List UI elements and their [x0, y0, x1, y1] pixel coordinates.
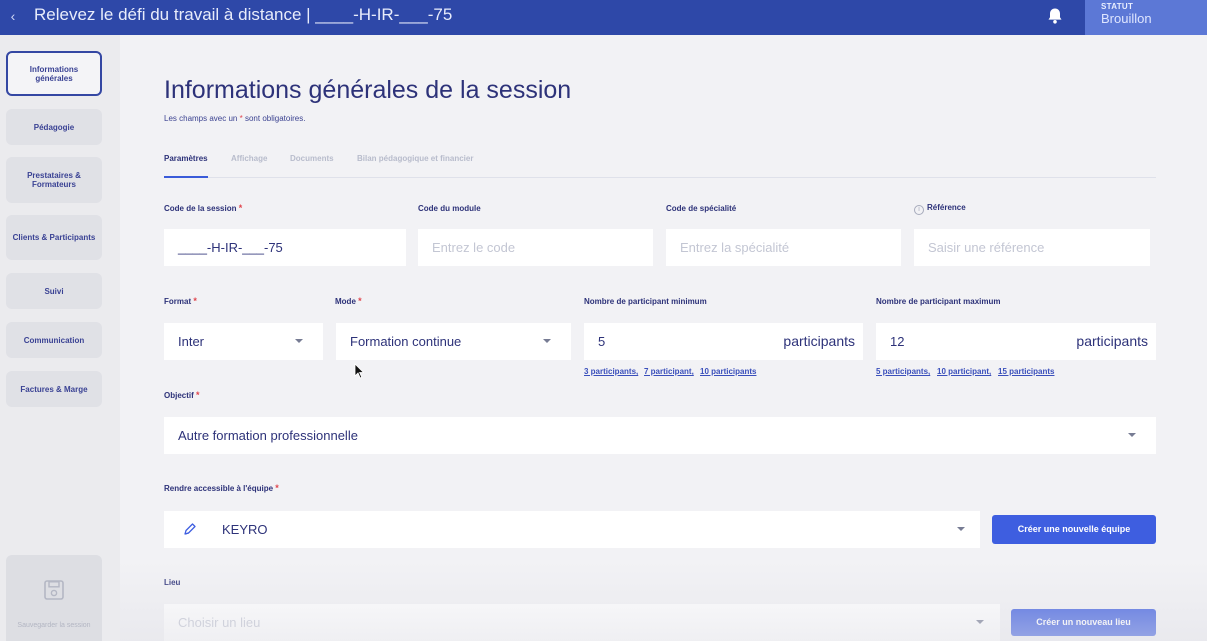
sidebar-item-label: Communication	[23, 335, 85, 345]
tab-bar: Paramètres Affichage Documents Bilan péd…	[164, 152, 1156, 178]
participants-min-label: Nombre de participant minimum	[584, 297, 707, 306]
reference-input-el[interactable]	[928, 229, 1150, 266]
code-specialite-input[interactable]	[666, 229, 901, 266]
floppy-disk-icon	[44, 580, 64, 600]
caret-down-icon	[543, 339, 551, 343]
reference-label: i Référence	[914, 203, 966, 215]
quick-min-7[interactable]: 7 participant,	[644, 367, 694, 376]
status-value: Brouillon	[1101, 11, 1152, 26]
create-team-button[interactable]: Créer une nouvelle équipe	[992, 515, 1156, 544]
equipe-label: Rendre accessible à l'équipe *	[164, 483, 279, 493]
status-label: STATUT	[1101, 2, 1134, 11]
code-module-input-el[interactable]	[432, 229, 653, 266]
sidebar-item-informations-generales[interactable]: Informations générales	[6, 51, 102, 96]
status-badge: STATUT Brouillon	[1085, 0, 1207, 35]
top-bar: ‹ Relevez le défi du travail à distance …	[0, 0, 1207, 35]
page-title: Informations générales de la session	[164, 76, 572, 104]
sidebar-item-label: Factures & Marge	[20, 384, 88, 394]
page-header-title: Relevez le défi du travail à distance | …	[34, 5, 453, 24]
objectif-label: Objectif *	[164, 390, 200, 400]
sidebar-item-label: Pédagogie	[33, 122, 75, 132]
participants-max-suffix: participants	[1076, 333, 1148, 349]
required-note: Les champs avec un * sont obligatoires.	[164, 114, 305, 123]
reference-input[interactable]	[914, 229, 1150, 266]
code-session-field[interactable]: ____-H-IR-___-75	[164, 229, 406, 266]
mode-label: Mode *	[335, 296, 362, 306]
quick-max-15[interactable]: 15 participants	[998, 367, 1054, 376]
mode-select[interactable]: Formation continue	[336, 323, 571, 360]
lieu-label: Lieu	[164, 578, 181, 587]
code-specialite-input-el[interactable]	[680, 229, 901, 266]
sidebar-item-label: Suivi	[44, 286, 64, 296]
format-select[interactable]: Inter	[164, 323, 323, 360]
tab-documents[interactable]: Documents	[290, 154, 334, 178]
sidebar-item-prestataires[interactable]: Prestataires & Formateurs	[6, 157, 102, 203]
sidebar-item-factures[interactable]: Factures & Marge	[6, 371, 102, 407]
back-chevron-icon[interactable]: ‹	[6, 6, 20, 26]
participants-min-input[interactable]: 5 participants	[584, 323, 863, 360]
mouse-cursor-icon	[354, 363, 364, 379]
code-session-label: Code de la session *	[164, 203, 243, 213]
sidebar-item-communication[interactable]: Communication	[6, 322, 102, 358]
tab-affichage[interactable]: Affichage	[231, 154, 267, 178]
objectif-select[interactable]: Autre formation professionnelle	[164, 417, 1156, 454]
required-note-text-end: sont obligatoires.	[244, 114, 306, 123]
participants-min-suffix: participants	[783, 333, 855, 349]
info-icon[interactable]: i	[914, 205, 924, 215]
sidebar-item-label: Clients & Participants	[12, 233, 96, 242]
sidebar-item-label: Prestataires & Formateurs	[27, 171, 81, 189]
caret-down-icon	[295, 339, 303, 343]
code-module-input[interactable]	[418, 229, 653, 266]
sidebar-item-label: Informations générales	[29, 64, 79, 83]
quick-min-10[interactable]: 10 participants	[700, 367, 756, 376]
save-session-button[interactable]: Sauvegarder la session	[6, 555, 102, 641]
tab-bilan[interactable]: Bilan pédagogique et financier	[357, 154, 473, 178]
pencil-icon	[184, 523, 196, 535]
code-specialite-label: Code de spécialité	[666, 204, 737, 213]
bell-icon[interactable]	[1045, 6, 1065, 26]
quick-min-3[interactable]: 3 participants,	[584, 367, 638, 376]
tab-parametres[interactable]: Paramètres	[164, 154, 208, 178]
participants-max-input[interactable]: 12 participants	[876, 323, 1156, 360]
save-session-label: Sauvegarder la session	[17, 622, 91, 629]
caret-down-icon	[957, 527, 965, 531]
sidebar-item-pedagogie[interactable]: Pédagogie	[6, 109, 102, 145]
required-note-text: Les champs avec un	[164, 114, 238, 123]
sidebar-item-suivi[interactable]: Suivi	[6, 273, 102, 309]
sidebar: Informations générales Pédagogie Prestat…	[0, 35, 120, 641]
code-module-label: Code du module	[418, 204, 481, 213]
caret-down-icon	[976, 620, 984, 624]
quick-max-5[interactable]: 5 participants,	[876, 367, 930, 376]
create-place-button[interactable]: Créer un nouveau lieu	[1011, 609, 1156, 636]
sidebar-item-clients[interactable]: Clients & Participants	[6, 215, 102, 260]
quick-max-10[interactable]: 10 participant,	[937, 367, 991, 376]
participants-max-label: Nombre de participant maximum	[876, 297, 1001, 306]
lieu-select[interactable]: Choisir un lieu	[164, 604, 1000, 641]
format-label: Format *	[164, 296, 197, 306]
caret-down-icon	[1128, 433, 1136, 437]
equipe-select[interactable]: KEYRO	[164, 511, 980, 548]
required-star: *	[239, 114, 243, 123]
